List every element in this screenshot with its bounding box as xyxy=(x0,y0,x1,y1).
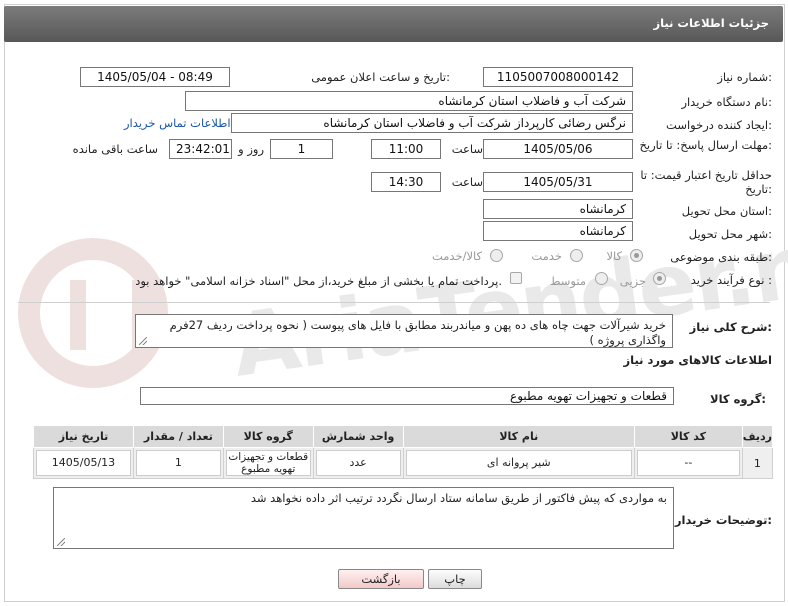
process-radio-minor[interactable] xyxy=(653,272,666,285)
buyer-notes-text: به مواردی که پیش فاکتور از طریق سامانه س… xyxy=(250,491,667,505)
price-time-label: ساعت xyxy=(451,175,483,189)
process-label: نوع فرآیند خرید : xyxy=(690,273,772,287)
buyer-notes-textarea[interactable]: به مواردی که پیش فاکتور از طریق سامانه س… xyxy=(53,487,674,549)
process-option-minor: جزیی xyxy=(619,274,646,288)
goods-group-label: گروه کالا: xyxy=(710,392,766,406)
payment-note: پرداخت تمام یا بخشی از مبلغ خرید،از محل … xyxy=(135,274,502,288)
cell-code: -- xyxy=(637,450,740,476)
city-field[interactable]: کرمانشاه xyxy=(483,221,633,241)
items-table: ردیف کد کالا نام کالا واحد شمارش گروه کا… xyxy=(33,425,774,479)
treasury-checkbox[interactable] xyxy=(510,272,522,284)
col-header-unit: واحد شمارش xyxy=(312,425,404,448)
category-label: طبقه بندی موضوعی: xyxy=(670,250,772,264)
resize-handle-icon[interactable] xyxy=(139,337,147,345)
goods-info-title: اطلاعات کالاهای مورد نیاز xyxy=(623,353,772,367)
col-header-name: نام کالا xyxy=(402,425,636,448)
table-row[interactable]: 1 -- شیر پروانه ای عدد قطعات و تجهیزات ت… xyxy=(33,447,774,479)
days-field[interactable]: 1 xyxy=(270,139,333,159)
city-label: شهر محل تحویل: xyxy=(688,227,772,241)
category-option-service: خدمت xyxy=(531,249,562,263)
buyer-contact-link[interactable]: اطلاعات تماس خریدار xyxy=(124,116,231,130)
price-time-field[interactable]: 14:30 xyxy=(371,172,441,192)
need-number-label: شماره نیاز: xyxy=(717,70,772,84)
buyer-notes-label: توضیحات خریدار: xyxy=(674,513,772,527)
goods-group-field[interactable]: قطعات و تجهیزات تهویه مطبوع xyxy=(140,387,674,405)
cell-qty: 1 xyxy=(135,450,221,476)
price-validity-label: حداقل تاریخ اعتبار قیمت: تا تاریخ: xyxy=(640,168,772,196)
page-title: جزئیات اطلاعات نیاز xyxy=(653,16,769,30)
need-number-field[interactable]: 1105007008000142 xyxy=(483,67,633,87)
days-label: روز و xyxy=(238,142,264,156)
description-label: شرح کلی نیاز: xyxy=(689,320,772,334)
print-button[interactable]: چاپ xyxy=(428,569,482,589)
back-button[interactable]: بازگشت xyxy=(338,569,424,589)
category-radio-goods[interactable] xyxy=(630,249,643,262)
cell-name: شیر پروانه ای xyxy=(405,450,633,476)
table-header-row: ردیف کد کالا نام کالا واحد شمارش گروه کا… xyxy=(33,425,774,448)
process-radio-medium[interactable] xyxy=(595,272,608,285)
buyer-org-label: نام دستگاه خریدار: xyxy=(681,95,772,109)
cell-row-no: 1 xyxy=(741,447,774,479)
col-header-qty: تعداد / مقدار xyxy=(132,425,224,448)
cell-group: قطعات و تجهیزات تهویه مطبوع xyxy=(225,450,311,476)
col-header-group: گروه کالا xyxy=(222,425,314,448)
deadline-time-label: ساعت xyxy=(451,142,483,156)
process-option-medium: متوسط xyxy=(549,274,586,288)
section-divider xyxy=(18,302,770,303)
remaining-label: ساعت باقی مانده xyxy=(72,142,158,156)
announce-field[interactable]: 1405/05/04 - 08:49 xyxy=(80,67,230,87)
announce-label: تاریخ و ساعت اعلان عمومی: xyxy=(311,70,450,84)
price-date-field[interactable]: 1405/05/31 xyxy=(483,172,633,192)
description-text: خرید شیرآلات جهت چاه های ده پهن و میاندر… xyxy=(169,318,666,347)
resize-handle-icon[interactable] xyxy=(57,538,65,546)
creator-field[interactable]: نرگس رضائی کارپرداز شرکت آب و فاضلاب است… xyxy=(231,113,633,133)
deadline-label: مهلت ارسال پاسخ: تا تاریخ: xyxy=(639,138,772,152)
col-header-row-no: ردیف xyxy=(741,425,774,448)
col-header-date: تاریخ نیاز xyxy=(33,425,134,448)
category-radio-goods-service[interactable] xyxy=(490,249,503,262)
province-label: استان محل تحویل: xyxy=(681,204,772,218)
category-option-goods-service: کالا/خدمت xyxy=(431,249,482,263)
deadline-date-field[interactable]: 1405/05/06 xyxy=(483,139,633,159)
description-textarea[interactable]: خرید شیرآلات جهت چاه های ده پهن و میاندر… xyxy=(135,314,673,348)
remaining-time-field[interactable]: 23:42:01 xyxy=(169,139,232,159)
col-header-code: کد کالا xyxy=(634,425,743,448)
creator-label: ایجاد کننده درخواست: xyxy=(666,118,772,132)
category-radio-service[interactable] xyxy=(570,249,583,262)
cell-unit: عدد xyxy=(315,450,401,476)
province-field[interactable]: کرمانشاه xyxy=(483,199,633,219)
deadline-time-field[interactable]: 11:00 xyxy=(371,139,441,159)
category-option-goods: کالا xyxy=(606,249,622,263)
buyer-org-field[interactable]: شرکت آب و فاضلاب استان کرمانشاه xyxy=(185,91,633,111)
cell-date: 1405/05/13 xyxy=(36,450,131,476)
page-header: جزئیات اطلاعات نیاز xyxy=(4,6,783,42)
